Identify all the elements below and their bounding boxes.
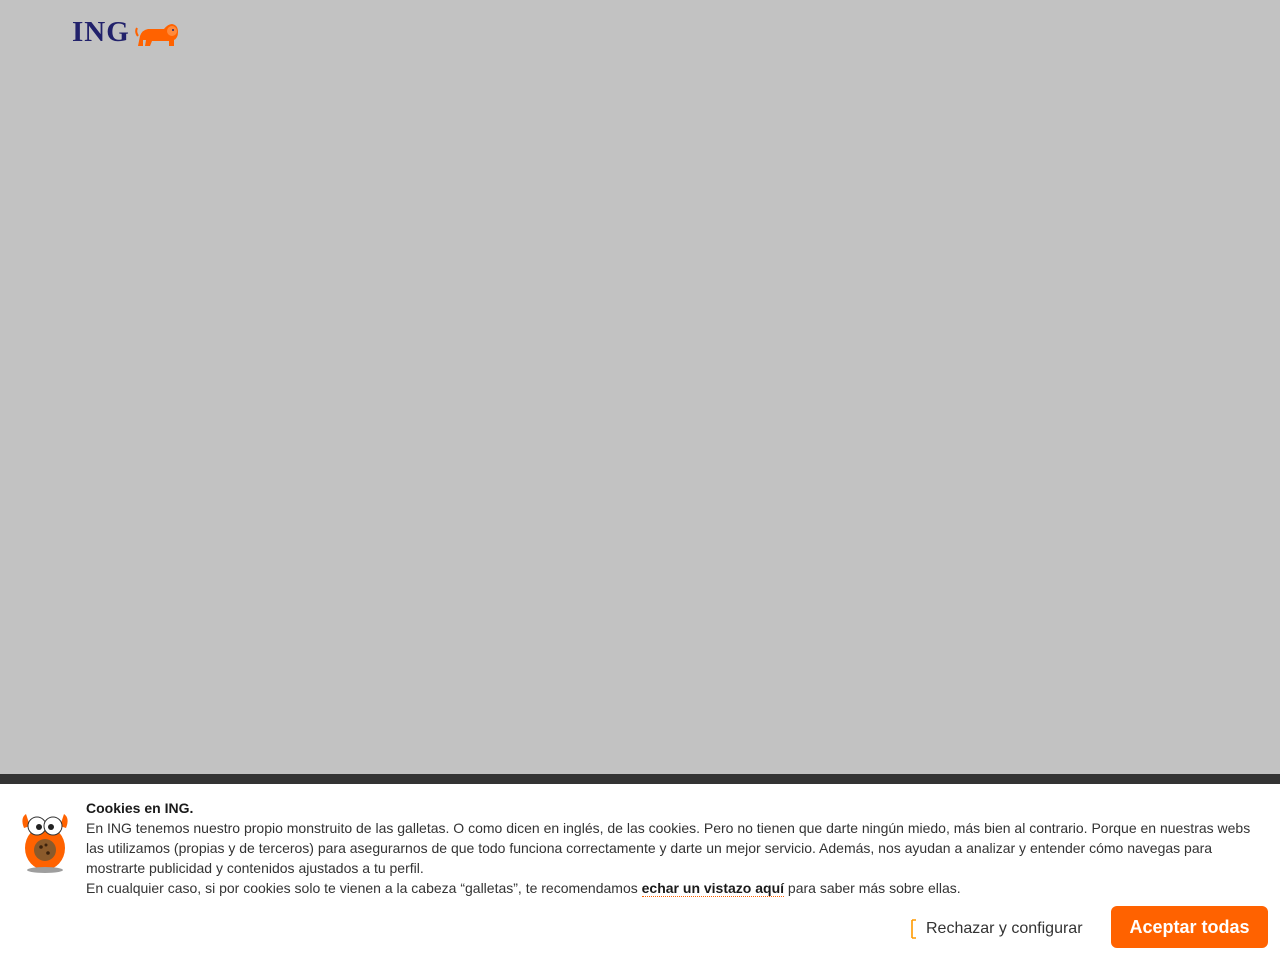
site-logo[interactable]: ING [72,14,180,50]
cookie-paragraph-2: En cualquier caso, si por cookies solo t… [86,878,1266,898]
logo-text: ING [72,15,130,48]
banner-top-bar [0,774,1280,784]
cookie-paragraph-2-after: para saber más sobre ellas. [784,880,961,896]
cookie-paragraph-2-before: En cualquier caso, si por cookies solo t… [86,880,642,896]
cookie-banner: Cookies en ING. En ING tenemos nuestro p… [0,774,1280,960]
cookie-paragraph-1: En ING tenemos nuestro propio monstruito… [86,820,1251,876]
reject-configure-label: Rechazar y configurar [926,920,1083,937]
lion-icon [135,24,178,46]
reject-configure-button[interactable]: Rechazar y configurar [908,916,1083,942]
cookie-banner-title: Cookies en ING. [86,800,194,816]
chevron-icon [911,919,916,939]
cookie-info-link[interactable]: echar un vistazo aquí [641,880,785,897]
accept-all-button[interactable]: Aceptar todas [1111,906,1268,948]
page-backdrop: ING Cookies en ING. En ING tenemos nuest… [0,0,1280,960]
cookie-monster-icon [22,814,68,873]
cookie-text-block: Cookies en ING. En ING tenemos nuestro p… [86,798,1266,898]
